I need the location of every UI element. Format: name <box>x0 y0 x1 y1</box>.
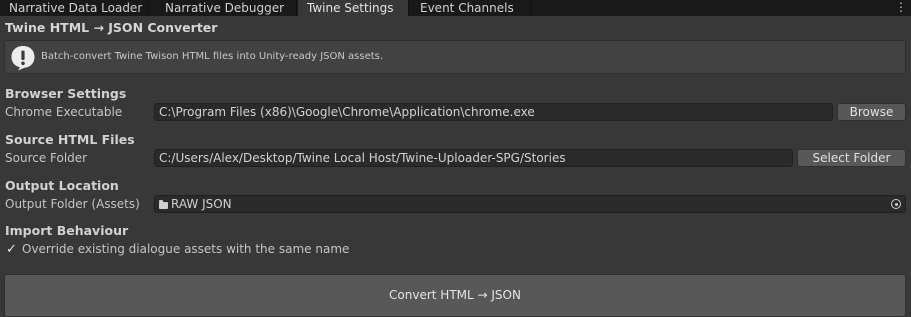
tab-event-channels[interactable]: Event Channels <box>411 0 531 16</box>
help-text: Batch-convert Twine Twison HTML files in… <box>41 51 384 62</box>
select-folder-button[interactable]: Select Folder <box>797 149 906 167</box>
tab-bar: Narrative Data Loader Narrative Debugger… <box>0 0 911 16</box>
import-behaviour-heading: Import Behaviour <box>5 223 129 238</box>
chrome-executable-field[interactable]: C:\Program Files (x86)\Google\Chrome\App… <box>154 103 833 121</box>
source-folder-label: Source Folder <box>5 151 88 165</box>
output-folder-value: RAW JSON <box>171 197 232 211</box>
browser-settings-heading: Browser Settings <box>5 86 127 101</box>
source-html-heading: Source HTML Files <box>5 132 135 147</box>
tab-narrative-debugger[interactable]: Narrative Debugger <box>156 0 297 16</box>
tab-narrative-data-loader[interactable]: Narrative Data Loader <box>0 0 149 16</box>
source-folder-field[interactable]: C:/Users/Alex/Desktop/Twine Local Host/T… <box>154 149 793 167</box>
page-title: Twine HTML → JSON Converter <box>5 20 218 35</box>
chrome-executable-label: Chrome Executable <box>5 105 123 119</box>
more-options-icon[interactable]: ⋮ <box>895 1 907 15</box>
output-location-heading: Output Location <box>5 178 119 193</box>
browse-button[interactable]: Browse <box>837 103 906 121</box>
info-icon <box>11 46 35 71</box>
info-help-box: Batch-convert Twine Twison HTML files in… <box>4 40 906 74</box>
folder-icon <box>159 199 168 209</box>
output-folder-field[interactable]: RAW JSON <box>154 195 906 213</box>
tab-twine-settings[interactable]: Twine Settings <box>298 0 409 16</box>
convert-button[interactable]: Convert HTML → JSON <box>4 274 906 317</box>
override-checkbox[interactable]: ✓ <box>5 243 18 256</box>
object-picker-icon[interactable] <box>891 199 901 209</box>
output-folder-label: Output Folder (Assets) <box>5 197 140 211</box>
override-checkbox-label[interactable]: Override existing dialogue assets with t… <box>22 242 349 256</box>
